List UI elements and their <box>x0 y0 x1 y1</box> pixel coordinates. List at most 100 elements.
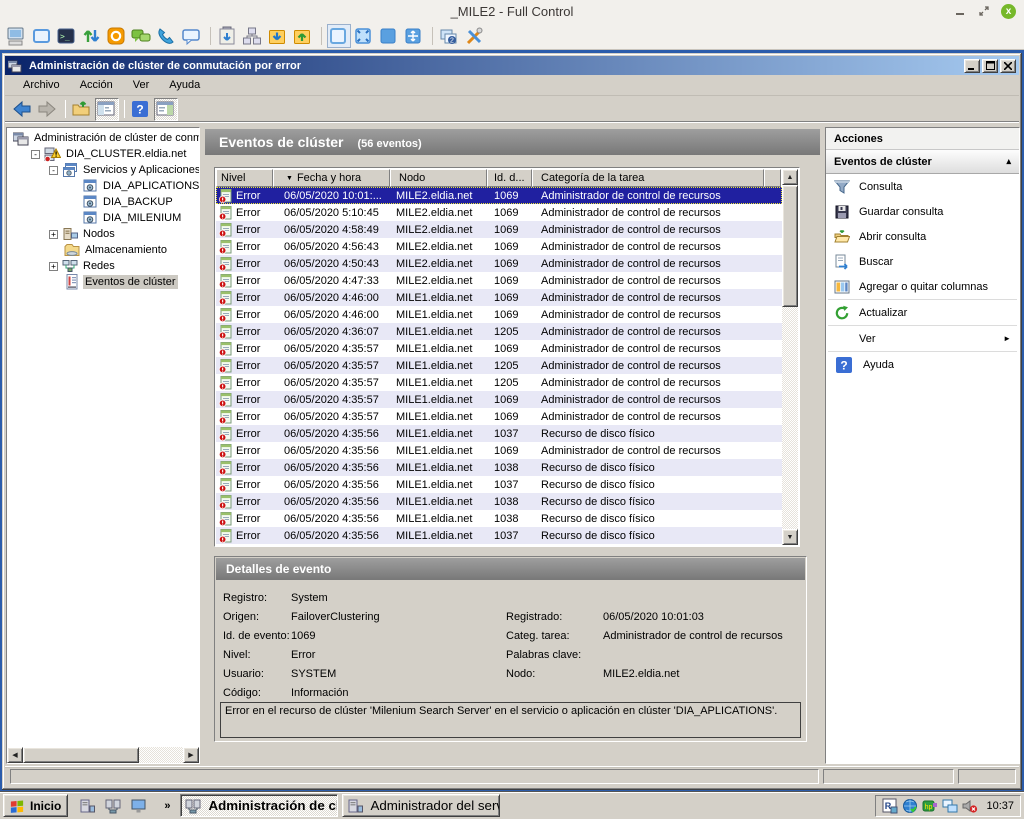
column-header-nodo[interactable]: Nodo <box>390 169 487 187</box>
event-row[interactable]: Error06/05/2020 4:35:57MILE1.eldia.net10… <box>216 340 782 357</box>
screen-capture-button[interactable] <box>5 24 29 48</box>
scroll-left-button[interactable]: ◀ <box>7 747 23 763</box>
event-row[interactable]: Error06/05/2020 4:46:00MILE1.eldia.net10… <box>216 289 782 306</box>
tree-item-label[interactable]: DIA_CLUSTER.eldia.net <box>64 147 188 161</box>
tree-item-nodos[interactable]: + Nodos <box>7 226 199 242</box>
tree-item-label[interactable]: Eventos de clúster <box>83 275 178 289</box>
export-button[interactable] <box>70 98 94 121</box>
chat-button[interactable] <box>130 24 154 48</box>
action-buscar[interactable]: Buscar <box>826 249 1019 274</box>
duplicate-button[interactable]: 2 <box>438 24 462 48</box>
event-row[interactable]: Error06/05/2020 4:47:33MILE2.eldia.net10… <box>216 272 782 289</box>
actions-group-header[interactable]: Eventos de clúster ▴ <box>826 150 1019 174</box>
scroll-up-button[interactable]: ▲ <box>782 169 798 185</box>
window-close-button[interactable] <box>1000 59 1016 73</box>
download-button[interactable] <box>266 24 290 48</box>
column-header-categor-a-de-la-tarea[interactable]: Categoría de la tarea <box>532 169 764 187</box>
console-tree-button[interactable] <box>95 98 119 121</box>
column-header-id-d-[interactable]: Id. d... <box>487 169 532 187</box>
menu-ayuda[interactable]: Ayuda <box>159 76 210 94</box>
event-row[interactable]: Error06/05/2020 4:50:43MILE2.eldia.net10… <box>216 255 782 272</box>
back-button[interactable] <box>11 98 35 121</box>
view-fit-button[interactable] <box>402 24 426 48</box>
view-scaled-button[interactable] <box>352 24 376 48</box>
scroll-right-button[interactable]: ▶ <box>183 747 199 763</box>
tree-horizontal-scrollbar[interactable]: ◀ ▶ <box>7 747 199 763</box>
column-header-fecha-y-hora[interactable]: ▼Fecha y hora <box>273 169 390 187</box>
tree-item-administraci-n-de-cl-ster-de-conmu[interactable]: Administración de clúster de conmu <box>7 130 199 146</box>
tray-vnc-icon[interactable]: R <box>882 798 898 814</box>
event-row[interactable]: Error06/05/2020 4:35:56MILE1.eldia.net10… <box>216 527 782 544</box>
tray-volume-muted-icon[interactable] <box>962 798 978 814</box>
event-row[interactable]: Error06/05/2020 10:01:...MILE2.eldia.net… <box>216 187 782 204</box>
tree-item-redes[interactable]: + Redes <box>7 258 199 274</box>
action-actualizar[interactable]: Actualizar <box>826 300 1019 325</box>
tree-item-label[interactable]: Administración de clúster de conmu <box>32 131 199 145</box>
start-button[interactable]: Inicio <box>3 794 68 817</box>
event-row[interactable]: Error06/05/2020 4:35:56MILE1.eldia.net10… <box>216 476 782 493</box>
action-abrir-consulta[interactable]: Abrir consulta <box>826 224 1019 249</box>
help-button[interactable]: ? <box>129 98 153 121</box>
menu-acción[interactable]: Acción <box>70 76 123 94</box>
tray-connectivity-icon[interactable] <box>902 798 918 814</box>
event-row[interactable]: Error06/05/2020 4:35:57MILE1.eldia.net10… <box>216 408 782 425</box>
tree-item-label[interactable]: DIA_BACKUP <box>101 195 175 209</box>
window-maximize-button[interactable] <box>982 59 998 73</box>
quick-launch-show-desktop-button[interactable] <box>130 796 150 816</box>
paste-button[interactable] <box>216 24 240 48</box>
event-row[interactable]: Error06/05/2020 4:35:57MILE1.eldia.net12… <box>216 374 782 391</box>
window-minimize-button[interactable] <box>964 59 980 73</box>
toolbar-overflow-chevron[interactable]: » <box>164 800 170 812</box>
event-row[interactable]: Error06/05/2020 4:46:00MILE1.eldia.net10… <box>216 306 782 323</box>
scroll-down-button[interactable]: ▼ <box>782 529 798 545</box>
upload-button[interactable] <box>291 24 315 48</box>
view-fullsize-button[interactable] <box>377 24 401 48</box>
tree-item-dia-aplications[interactable]: DIA_APLICATIONS <box>7 178 199 194</box>
event-row[interactable]: Error06/05/2020 4:35:56MILE1.eldia.net10… <box>216 442 782 459</box>
action-ver[interactable]: Ver► <box>826 326 1019 351</box>
servers-button[interactable] <box>241 24 265 48</box>
tree-item-eventos-de-cl-ster[interactable]: Eventos de clúster <box>7 274 199 290</box>
event-row[interactable]: Error06/05/2020 5:10:45MILE2.eldia.net10… <box>216 204 782 221</box>
action-pane-button[interactable] <box>154 98 178 121</box>
task-button-cluster[interactable]: Administración de cl... <box>180 794 338 817</box>
scaling-button[interactable] <box>80 24 104 48</box>
tree-item-label[interactable]: DIA_MILENIUM <box>101 211 183 225</box>
tree-item-label[interactable]: Nodos <box>81 227 117 241</box>
action-ayuda[interactable]: ?Ayuda <box>826 352 1019 377</box>
tree-item-almacenamiento[interactable]: Almacenamiento <box>7 242 199 258</box>
event-row[interactable]: Error06/05/2020 4:58:49MILE2.eldia.net10… <box>216 221 782 238</box>
menu-ver[interactable]: Ver <box>123 76 160 94</box>
tools-button[interactable] <box>463 24 487 48</box>
restore-button[interactable] <box>977 4 991 18</box>
event-row[interactable]: Error06/05/2020 4:35:56MILE1.eldia.net10… <box>216 459 782 476</box>
scroll-thumb[interactable] <box>23 747 139 763</box>
action-consulta[interactable]: Consulta <box>826 174 1019 199</box>
task-button-server[interactable]: Administrador del servidor <box>342 794 500 817</box>
terminal-button[interactable]: >_ <box>55 24 79 48</box>
event-row[interactable]: Error06/05/2020 4:35:56MILE1.eldia.net10… <box>216 510 782 527</box>
event-row[interactable]: Error06/05/2020 4:36:07MILE1.eldia.net12… <box>216 323 782 340</box>
collapse-box-icon[interactable]: - <box>31 150 40 159</box>
tree-item-dia-backup[interactable]: DIA_BACKUP <box>7 194 199 210</box>
event-row[interactable]: Error06/05/2020 4:35:57MILE1.eldia.net12… <box>216 357 782 374</box>
event-row[interactable]: Error06/05/2020 4:56:43MILE2.eldia.net10… <box>216 238 782 255</box>
event-row[interactable]: Error06/05/2020 4:35:56MILE1.eldia.net10… <box>216 493 782 510</box>
expand-box-icon[interactable]: + <box>49 230 58 239</box>
tree-item-label[interactable]: Redes <box>81 259 117 273</box>
view-normal-button[interactable] <box>327 24 351 48</box>
collapse-box-icon[interactable]: - <box>49 166 58 175</box>
tree-item-label[interactable]: Servicios y Aplicaciones <box>81 163 199 177</box>
tree-item-label[interactable]: DIA_APLICATIONS <box>101 179 199 193</box>
quick-launch-cluster-button[interactable] <box>104 796 124 816</box>
tree-item-dia-cluster-eldia-net[interactable]: - DIA_CLUSTER.eldia.net <box>7 146 199 162</box>
expand-box-icon[interactable]: + <box>49 262 58 271</box>
action-guardar-consulta[interactable]: Guardar consulta <box>826 199 1019 224</box>
forward-button[interactable] <box>36 98 60 121</box>
collapse-arrow-icon[interactable]: ▴ <box>1006 156 1011 167</box>
action-agregar-o-quitar-columnas[interactable]: Agregar o quitar columnas <box>826 274 1019 299</box>
close-button[interactable]: x <box>1001 4 1016 19</box>
tree-item-servicios-y-aplicaciones[interactable]: - Servicios y Aplicaciones <box>7 162 199 178</box>
minimize-button[interactable] <box>953 4 967 18</box>
tree-item-label[interactable]: Almacenamiento <box>83 243 169 257</box>
